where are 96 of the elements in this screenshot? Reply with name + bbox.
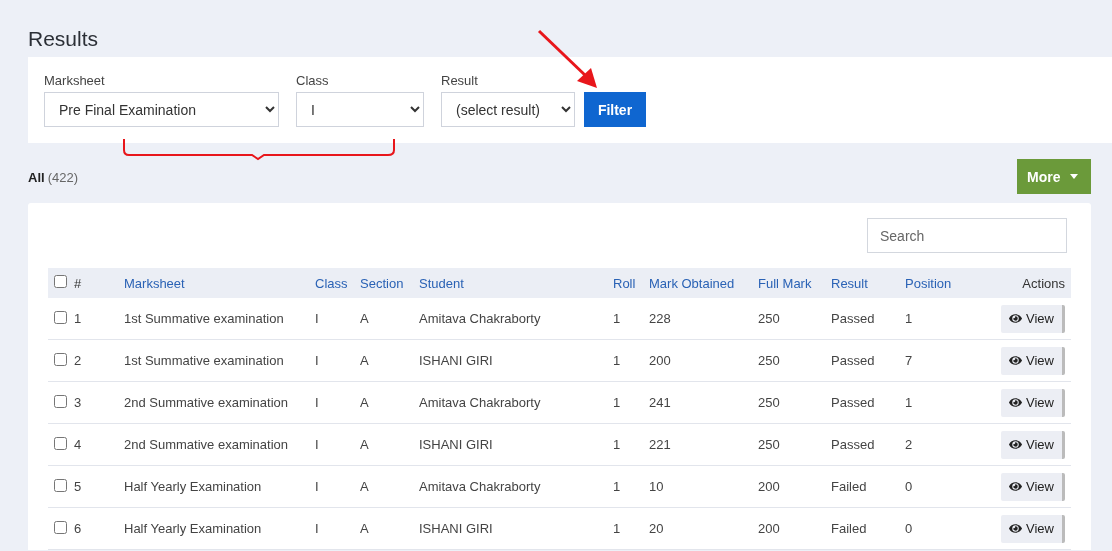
view-button[interactable]: View bbox=[1001, 472, 1065, 501]
table-cell: I bbox=[315, 437, 319, 452]
table-cell: 241 bbox=[649, 395, 671, 410]
column-header[interactable]: Student bbox=[419, 275, 464, 291]
table-cell: 1 bbox=[613, 437, 621, 452]
filter-label: Result bbox=[441, 73, 479, 89]
table-cell: 200 bbox=[758, 479, 780, 494]
table-cell: 2 bbox=[905, 437, 913, 452]
table-cell: 200 bbox=[758, 521, 780, 536]
table-cell: A bbox=[360, 395, 369, 410]
table-cell: 20 bbox=[649, 521, 664, 536]
table-cell: 1 bbox=[74, 311, 82, 326]
table-cell: 3 bbox=[74, 395, 82, 410]
table-cell: A bbox=[360, 479, 369, 494]
table-cell: A bbox=[360, 311, 369, 326]
table-cell: I bbox=[315, 353, 319, 368]
filter-select[interactable]: I bbox=[296, 92, 424, 127]
table-cell: I bbox=[315, 311, 319, 326]
table-cell: Half Yearly Examination bbox=[124, 479, 262, 494]
row-checkbox[interactable] bbox=[54, 394, 67, 408]
table-cell: 7 bbox=[905, 353, 913, 368]
row-checkbox[interactable] bbox=[54, 478, 67, 492]
table-cell: A bbox=[360, 437, 369, 452]
search-field[interactable]: Search bbox=[867, 218, 1067, 253]
table-cell: Half Yearly Examination bbox=[124, 521, 262, 536]
table-cell: I bbox=[315, 479, 319, 494]
row-checkbox[interactable] bbox=[54, 352, 67, 366]
table-cell: 5 bbox=[74, 479, 82, 494]
table-cell: 1 bbox=[613, 395, 621, 410]
page-title: Results bbox=[28, 27, 100, 51]
table-cell: 10 bbox=[649, 479, 664, 494]
table-cell: 2nd Summative examination bbox=[124, 395, 289, 410]
table-cell: 250 bbox=[758, 395, 780, 410]
eye-icon bbox=[1009, 396, 1023, 409]
eye-icon bbox=[1009, 438, 1023, 451]
view-button[interactable]: View bbox=[1001, 346, 1065, 375]
table-cell: Amitava Chakraborty bbox=[419, 311, 541, 326]
caret-icon bbox=[1070, 174, 1079, 179]
column-header[interactable]: Marksheet bbox=[124, 275, 185, 291]
eye-icon bbox=[1009, 312, 1023, 325]
table-cell: Passed bbox=[831, 437, 875, 452]
table-cell: 1 bbox=[905, 395, 913, 410]
table-cell: Failed bbox=[831, 479, 867, 494]
eye-icon bbox=[1009, 522, 1023, 535]
table-cell: ISHANI GIRI bbox=[419, 437, 493, 452]
filter-label: Marksheet bbox=[44, 73, 106, 89]
more-button[interactable]: More bbox=[1017, 159, 1091, 194]
table-cell: 250 bbox=[758, 437, 780, 452]
table-cell: 2 bbox=[74, 353, 82, 368]
table-cell: Passed bbox=[831, 395, 875, 410]
table-cell: 0 bbox=[905, 521, 913, 536]
table-cell: 4 bbox=[74, 437, 82, 452]
view-button[interactable]: View bbox=[1001, 430, 1065, 459]
table-cell: 6 bbox=[74, 521, 82, 536]
table-cell: 2nd Summative examination bbox=[124, 437, 289, 452]
table-cell: 1st Summative examination bbox=[124, 353, 284, 368]
table-cell: Amitava Chakraborty bbox=[419, 479, 541, 494]
table-cell: 0 bbox=[905, 479, 913, 494]
table-cell: 1st Summative examination bbox=[124, 311, 284, 326]
eye-icon bbox=[1009, 480, 1023, 493]
table-cell: A bbox=[360, 353, 369, 368]
table-cell: ISHANI GIRI bbox=[419, 353, 493, 368]
table-cell: A bbox=[360, 521, 369, 536]
table-cell: 1 bbox=[613, 479, 621, 494]
table-cell: Failed bbox=[831, 521, 867, 536]
row-checkbox[interactable] bbox=[54, 520, 67, 534]
table-cell: 1 bbox=[613, 353, 621, 368]
count-label[interactable]: All bbox=[28, 169, 45, 185]
table-cell: 200 bbox=[649, 353, 671, 368]
filter-label: Class bbox=[296, 73, 330, 89]
row-checkbox[interactable] bbox=[54, 310, 67, 324]
table-cell: I bbox=[315, 521, 319, 536]
table-cell: 1 bbox=[613, 521, 621, 536]
table-cell: 250 bbox=[758, 353, 780, 368]
view-button[interactable]: View bbox=[1001, 514, 1065, 543]
count-value: (422) bbox=[47, 169, 78, 185]
table-cell: 1 bbox=[905, 311, 913, 326]
table-cell: 228 bbox=[649, 311, 671, 326]
table-cell: ISHANI GIRI bbox=[419, 521, 493, 536]
filter-select[interactable]: (select result) bbox=[441, 92, 575, 127]
column-header: # bbox=[74, 275, 82, 291]
table-cell: Amitava Chakraborty bbox=[419, 395, 541, 410]
filter-select[interactable]: Pre Final Examination bbox=[44, 92, 279, 127]
filter-button[interactable]: Filter bbox=[584, 92, 646, 127]
table-cell: 250 bbox=[758, 311, 780, 326]
select-all-checkbox[interactable] bbox=[54, 275, 67, 288]
view-button[interactable]: View bbox=[1001, 388, 1065, 417]
table-cell: 221 bbox=[649, 437, 671, 452]
table-cell: 1 bbox=[613, 311, 621, 326]
view-button[interactable]: View bbox=[1001, 304, 1065, 333]
table-cell: Passed bbox=[831, 311, 875, 326]
table-cell: I bbox=[315, 395, 319, 410]
table-cell: Passed bbox=[831, 353, 875, 368]
row-checkbox[interactable] bbox=[54, 436, 67, 450]
column-header: Actions bbox=[1022, 275, 1065, 291]
eye-icon bbox=[1009, 354, 1023, 367]
